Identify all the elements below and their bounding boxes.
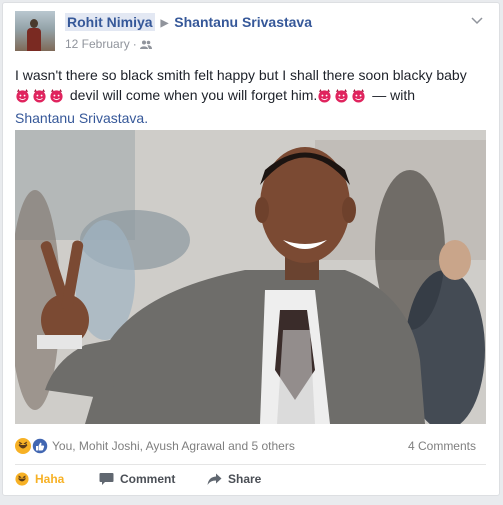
comments-count-link[interactable]: 4 Comments <box>408 439 476 453</box>
reaction-icons[interactable] <box>15 437 49 455</box>
post-header: Rohit Nimiya ▶ Shantanu Srivastava <box>65 13 312 31</box>
like-icon <box>31 437 49 455</box>
author-avatar[interactable] <box>15 11 55 51</box>
post-text-mid: devil will come when you will forget him… <box>69 87 318 103</box>
actions-divider <box>15 464 486 465</box>
haha-icon <box>15 472 29 486</box>
post-text-with: — with <box>372 87 416 103</box>
chevron-down-icon[interactable] <box>471 13 483 25</box>
devil-emoji-icon <box>50 88 63 103</box>
friends-icon[interactable] <box>139 38 152 49</box>
photo-illustration <box>15 130 486 424</box>
reactors-text[interactable]: You, Mohit Joshi, Ayush Agrawal and 5 ot… <box>52 439 295 453</box>
post-card: Rohit Nimiya ▶ Shantanu Srivastava 12 Febr… <box>2 2 500 496</box>
devil-emoji-icon <box>33 88 46 103</box>
devil-emoji-group-1 <box>15 88 66 108</box>
share-button[interactable]: Share <box>207 472 261 486</box>
haha-icon <box>15 438 31 454</box>
meta-separator: · <box>132 37 137 51</box>
post-text: I wasn't there so black smith felt happy… <box>15 65 485 128</box>
share-label: Share <box>228 472 262 486</box>
devil-emoji-icon <box>16 88 29 103</box>
avatar-figure-head <box>30 19 38 28</box>
haha-label: Haha <box>35 472 65 486</box>
triangle-right-icon: ▶ <box>160 18 169 29</box>
tagged-name-link[interactable]: Shantanu Srivastava <box>174 14 312 30</box>
reactions-bar: You, Mohit Joshi, Ayush Agrawal and 5 ot… <box>15 435 486 457</box>
tagged-friend-link[interactable]: Shantanu Srivastava. <box>15 110 148 126</box>
action-bar: Haha Comment Share <box>15 469 486 493</box>
post-photo[interactable] <box>15 130 486 424</box>
devil-emoji-icon <box>352 88 365 103</box>
avatar-figure-body <box>27 28 41 51</box>
comment-label: Comment <box>120 472 176 486</box>
comment-button[interactable]: Comment <box>99 472 175 486</box>
haha-reaction-button[interactable]: Haha <box>15 472 64 486</box>
post-date-link[interactable]: 12 February <box>65 37 130 51</box>
comment-bubble-icon <box>99 473 114 485</box>
post-text-main: I wasn't there so black smith felt happy… <box>15 67 467 83</box>
share-arrow-icon <box>207 473 222 485</box>
devil-emoji-group-2 <box>317 88 368 108</box>
author-name-link[interactable]: Rohit Nimiya <box>65 13 155 31</box>
post-meta: 12 February · <box>65 37 152 51</box>
devil-emoji-icon <box>318 88 331 103</box>
devil-emoji-icon <box>335 88 348 103</box>
